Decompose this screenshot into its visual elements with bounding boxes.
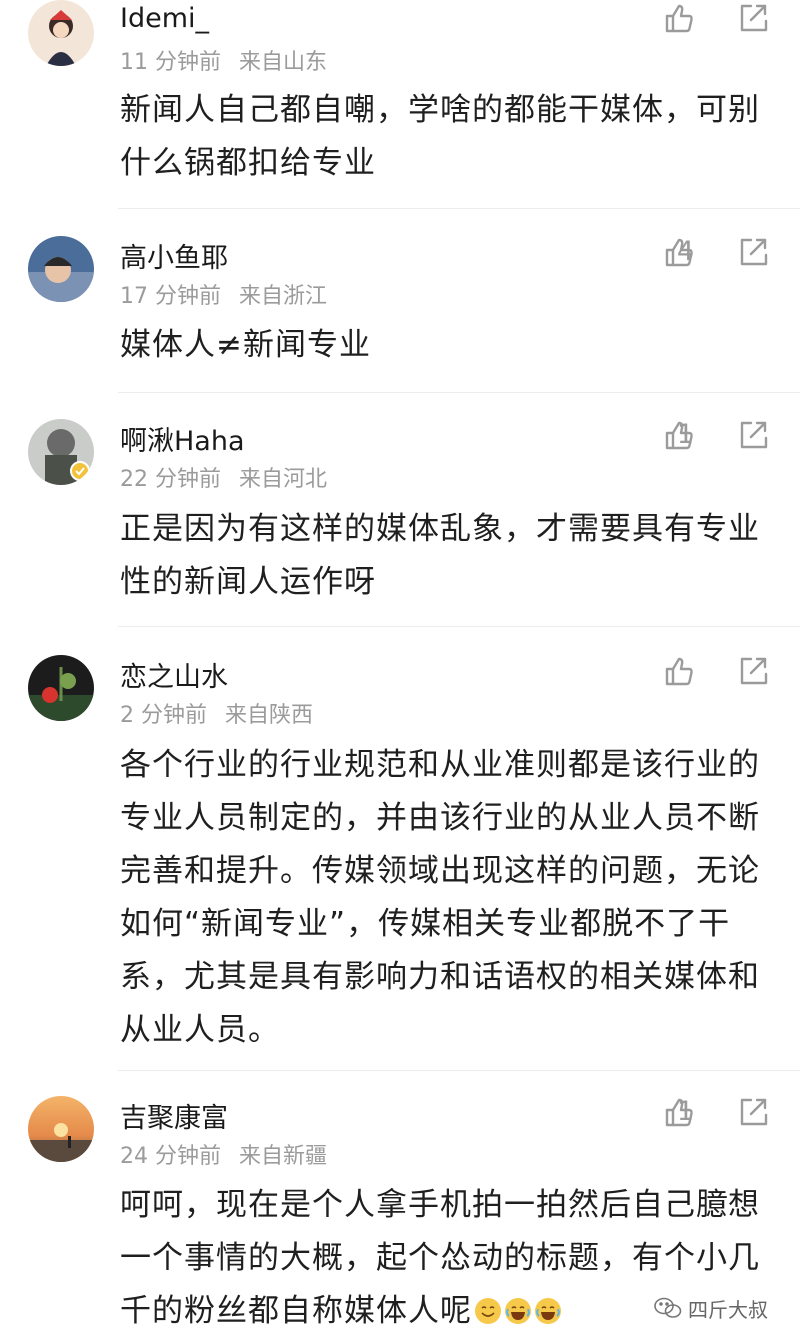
divider — [118, 1070, 800, 1071]
comment-time: 17 分钟前 — [120, 284, 221, 309]
share-icon[interactable] — [737, 655, 769, 687]
comment-text: 正是因为有这样的媒体乱象，才需要具有专业性的新闻人运作呀 — [120, 511, 760, 600]
comment-text: 各个行业的行业规范和从业准则都是该行业的专业人员制定的，并由该行业的从业人员不断… — [120, 747, 760, 1048]
username[interactable]: 恋之山水 — [120, 655, 228, 694]
comment-meta: 17 分钟前 来自浙江 — [120, 278, 327, 310]
username[interactable]: 啊湫Haha — [120, 419, 245, 458]
username[interactable]: 高小鱼耶 — [120, 236, 228, 275]
avatar[interactable] — [28, 0, 94, 66]
wechat-logo-icon — [654, 1297, 682, 1318]
watermark-text: 四斤大叔 — [688, 1297, 768, 1322]
comment-meta: 11 分钟前 来自山东 — [120, 44, 327, 76]
comment-meta: 2 分钟前 来自陕西 — [120, 697, 313, 729]
laughing-crying-emoji-icon — [505, 1298, 531, 1324]
comment-meta: 22 分钟前 来自河北 — [120, 461, 327, 493]
watermark: 四斤大叔 — [654, 1290, 768, 1326]
comment-location: 来自山东 — [239, 50, 328, 75]
username[interactable]: 吉聚康富 — [120, 1096, 228, 1135]
comment-time: 22 分钟前 — [120, 467, 221, 492]
thumb-up-icon[interactable] — [663, 419, 695, 451]
avatar[interactable] — [28, 655, 94, 721]
share-icon[interactable] — [737, 419, 769, 451]
comment-location: 来自河北 — [239, 467, 328, 492]
smiling-emoji-icon — [475, 1298, 501, 1324]
thumb-up-icon[interactable] — [663, 655, 695, 687]
comment-text: 媒体人≠新闻专业 — [120, 327, 371, 363]
share-icon[interactable] — [737, 2, 769, 34]
avatar[interactable] — [28, 419, 94, 485]
comment-location: 来自新疆 — [239, 1144, 328, 1169]
username[interactable]: Idemi_ — [120, 3, 209, 34]
thumb-up-icon[interactable] — [663, 236, 695, 268]
thumb-up-icon[interactable] — [663, 1096, 695, 1128]
comment-time: 11 分钟前 — [120, 50, 221, 75]
divider — [118, 626, 800, 627]
share-icon[interactable] — [737, 1096, 769, 1128]
thumb-up-icon[interactable] — [663, 2, 695, 34]
comment-text: 新闻人自己都自嘲，学啥的都能干媒体，可别什么锅都扣给专业 — [120, 92, 760, 181]
comment-meta: 24 分钟前 来自新疆 — [120, 1138, 327, 1170]
avatar[interactable] — [28, 236, 94, 302]
comment-time: 24 分钟前 — [120, 1144, 221, 1169]
comment-location: 来自浙江 — [239, 284, 328, 309]
laughing-crying-emoji-icon — [535, 1298, 561, 1324]
comment-location: 来自陕西 — [225, 703, 314, 728]
divider — [118, 208, 800, 209]
comment-time: 2 分钟前 — [120, 703, 207, 728]
avatar[interactable] — [28, 1096, 94, 1162]
share-icon[interactable] — [737, 236, 769, 268]
divider — [118, 392, 800, 393]
